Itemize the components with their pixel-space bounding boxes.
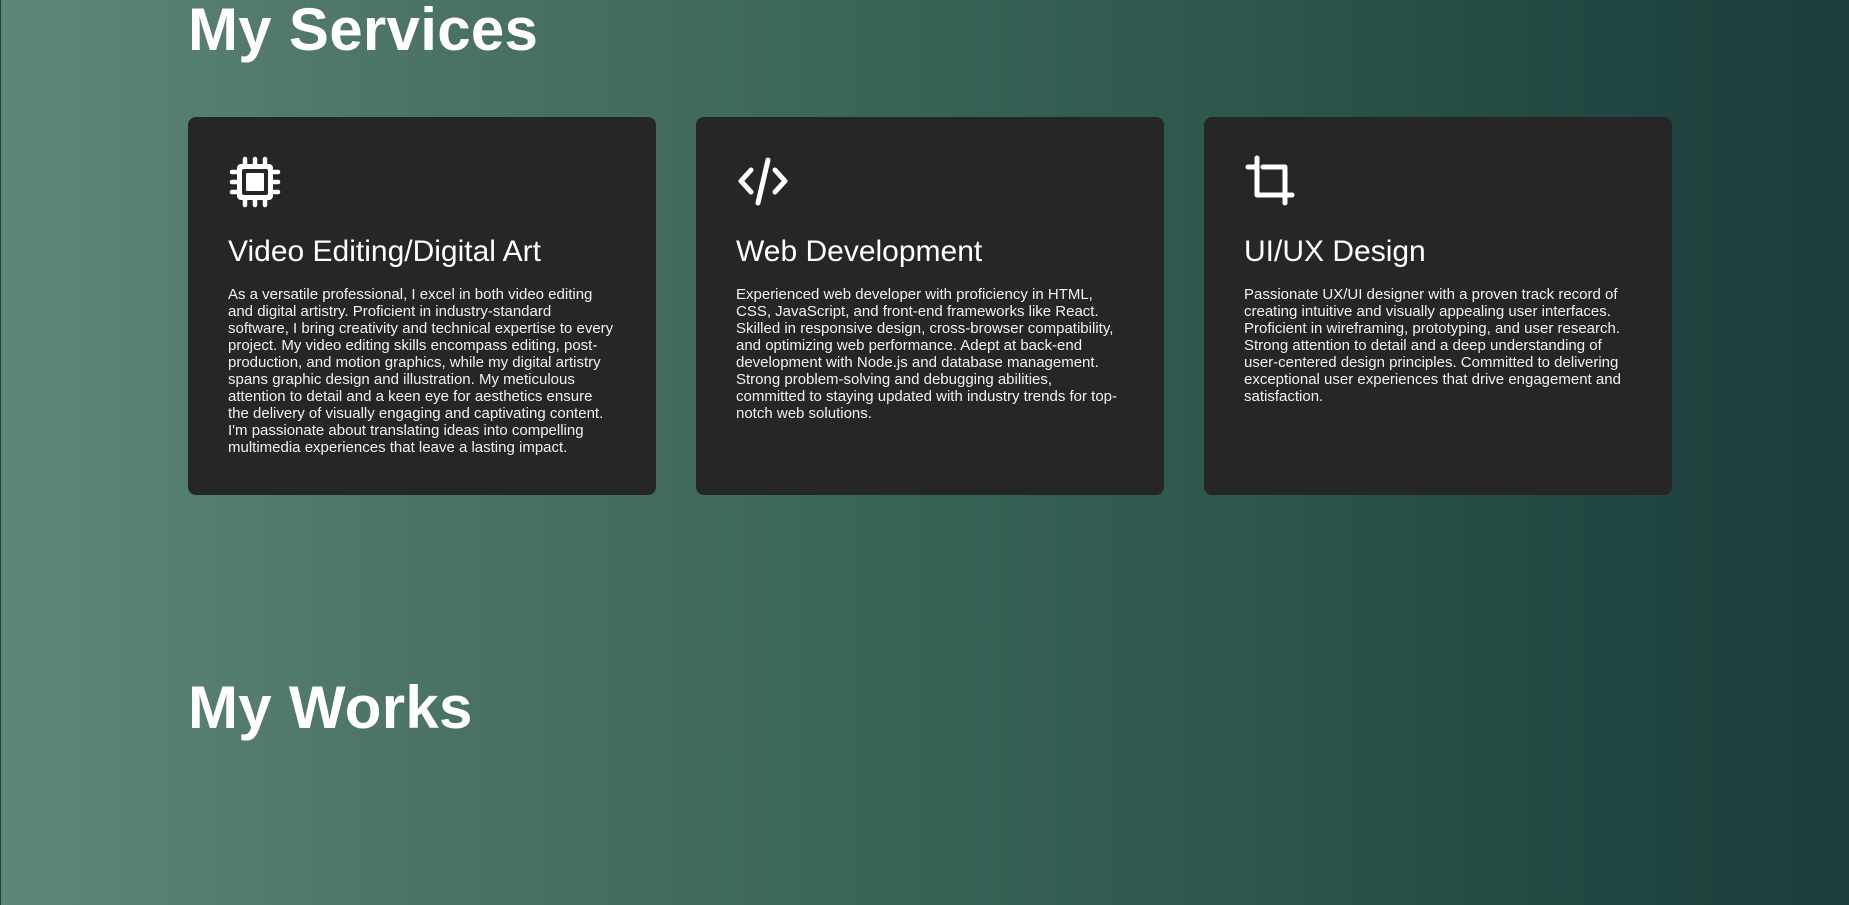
code-icon bbox=[736, 155, 790, 209]
service-card-description: As a versatile professional, I excel in … bbox=[228, 286, 614, 456]
service-card-title: Video Editing/Digital Art bbox=[228, 235, 541, 268]
service-card-ui-ux-design: UI/UX Design Passionate UX/UI designer w… bbox=[1204, 117, 1672, 495]
services-heading: My Services bbox=[188, 0, 539, 63]
service-card-video-editing: Video Editing/Digital Art As a versatile… bbox=[188, 117, 656, 495]
service-card-description: Experienced web developer with proficien… bbox=[736, 286, 1118, 422]
service-card-web-development: Web Development Experienced web develope… bbox=[696, 117, 1164, 495]
service-card-description: Passionate UX/UI designer with a proven … bbox=[1244, 286, 1621, 405]
service-card-title: UI/UX Design bbox=[1244, 235, 1426, 268]
chip-icon bbox=[228, 155, 282, 209]
service-card-title: Web Development bbox=[736, 235, 983, 268]
crop-icon bbox=[1244, 155, 1298, 209]
works-heading: My Works bbox=[188, 674, 473, 741]
services-cards: Video Editing/Digital Art As a versatile… bbox=[188, 117, 1672, 495]
